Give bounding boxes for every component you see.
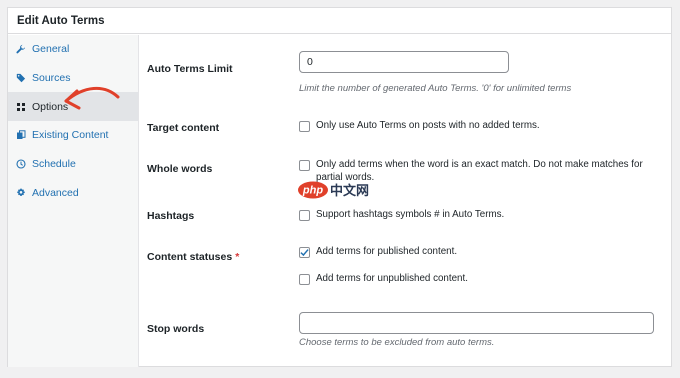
stop-words-description: Choose terms to be excluded from auto te… [299,337,495,348]
php-logo-icon: php 中文网 [298,181,369,199]
options-form: Auto Terms Limit Limit the number of gen… [140,35,671,366]
copy-icon [16,130,26,140]
target-content-label: Target content [147,122,220,134]
unpublished-content-option[interactable]: Add terms for unpublished content. [299,273,468,286]
unpublished-content-option-text: Add terms for unpublished content. [316,273,468,284]
sidebar-item-general[interactable]: General [8,35,138,64]
sidebar-item-label: General [32,43,70,56]
auto-terms-limit-label: Auto Terms Limit [147,63,233,75]
sidebar-item-existing-content[interactable]: Existing Content [8,121,138,150]
required-asterisk: * [235,251,240,263]
stop-words-input[interactable] [299,312,654,334]
hashtags-option-text: Support hashtags symbols # in Auto Terms… [316,209,505,220]
hashtags-checkbox[interactable] [299,210,310,221]
svg-text:中文网: 中文网 [330,183,369,199]
target-content-checkbox[interactable] [299,121,310,132]
hashtags-option[interactable]: Support hashtags symbols # in Auto Terms… [299,209,504,222]
target-content-option-text: Only use Auto Terms on posts with no add… [316,120,540,131]
grid-icon [16,102,26,112]
whole-words-label: Whole words [147,163,213,175]
hashtags-label: Hashtags [147,210,195,222]
sidebar-item-label: Advanced [32,186,79,199]
svg-text:php: php [302,185,323,197]
sidebar-item-label: Existing Content [32,129,109,142]
checkmark-icon [300,249,309,257]
sidebar-item-label: Schedule [32,158,76,171]
whole-words-option-line-1: Only add terms when the word is an exact… [316,159,643,170]
published-content-checkbox[interactable] [299,247,310,258]
auto-terms-limit-input[interactable] [299,51,509,73]
clock-icon [16,159,26,169]
php-cn-watermark: php 中文网 [297,181,383,204]
annotation-arrow-icon [64,87,120,110]
tag-icon [16,73,26,83]
content-statuses-label: Content statuses * [147,251,239,263]
unpublished-content-checkbox[interactable] [299,274,310,285]
whole-words-checkbox[interactable] [299,160,310,171]
published-content-option[interactable]: Add terms for published content. [299,246,457,259]
content-statuses-label-text: Content statuses [147,251,233,263]
stop-words-label: Stop words [147,323,205,335]
sidebar-item-schedule[interactable]: Schedule [8,150,138,179]
gear-icon [16,188,26,198]
wrench-icon [16,44,26,54]
published-content-option-text: Add terms for published content. [316,246,458,257]
auto-terms-limit-description: Limit the number of generated Auto Terms… [299,83,572,94]
sidebar-item-advanced[interactable]: Advanced [8,178,138,207]
target-content-option[interactable]: Only use Auto Terms on posts with no add… [299,120,540,133]
panel-title: Edit Auto Terms [8,8,671,34]
